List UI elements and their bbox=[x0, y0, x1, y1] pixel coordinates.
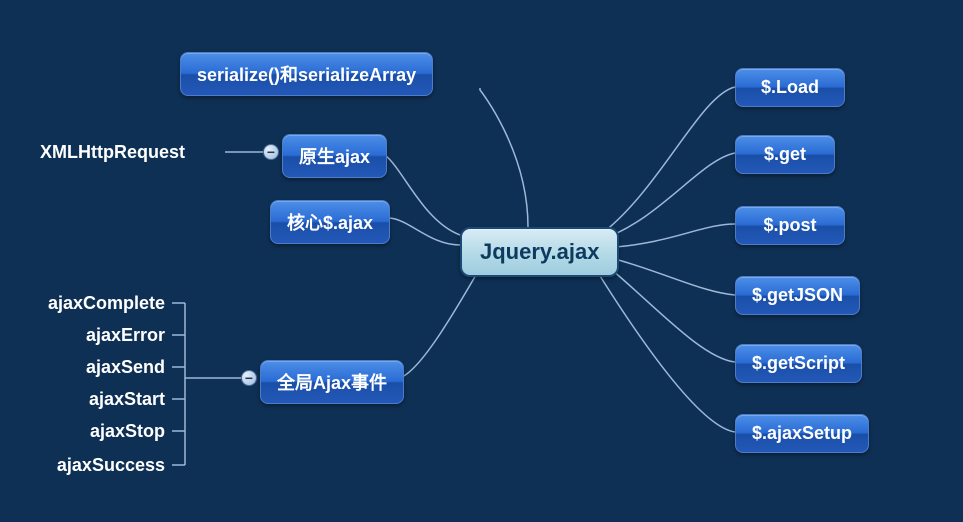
leaf-label: ajaxComplete bbox=[48, 293, 165, 313]
leaf-xmlhttprequest[interactable]: XMLHttpRequest bbox=[40, 142, 185, 163]
leaf-ajaxerror[interactable]: ajaxError bbox=[86, 325, 165, 346]
node-serialize-label: serialize()和serializeArray bbox=[197, 65, 416, 85]
node-native-ajax-label: 原生ajax bbox=[299, 147, 370, 167]
node-global-events[interactable]: 全局Ajax事件 bbox=[260, 360, 404, 404]
node-ajaxsetup-label: $.ajaxSetup bbox=[752, 423, 852, 443]
node-ajaxsetup[interactable]: $.ajaxSetup bbox=[735, 414, 869, 453]
node-getscript-label: $.getScript bbox=[752, 353, 845, 373]
leaf-xmlhttprequest-label: XMLHttpRequest bbox=[40, 142, 185, 162]
central-label: Jquery.ajax bbox=[480, 239, 599, 264]
node-global-events-label: 全局Ajax事件 bbox=[277, 373, 387, 393]
leaf-ajaxstart[interactable]: ajaxStart bbox=[89, 389, 165, 410]
central-node[interactable]: Jquery.ajax bbox=[460, 227, 619, 277]
leaf-label: ajaxSend bbox=[86, 357, 165, 377]
leaf-label: ajaxStart bbox=[89, 389, 165, 409]
collapse-icon[interactable]: − bbox=[263, 144, 279, 160]
leaf-ajaxsuccess[interactable]: ajaxSuccess bbox=[57, 455, 165, 476]
node-load[interactable]: $.Load bbox=[735, 68, 845, 107]
node-serialize[interactable]: serialize()和serializeArray bbox=[180, 52, 433, 96]
collapse-icon[interactable]: − bbox=[241, 370, 257, 386]
node-get[interactable]: $.get bbox=[735, 135, 835, 174]
leaf-ajaxcomplete[interactable]: ajaxComplete bbox=[48, 293, 165, 314]
leaf-label: ajaxError bbox=[86, 325, 165, 345]
leaf-ajaxsend[interactable]: ajaxSend bbox=[86, 357, 165, 378]
node-core-ajax[interactable]: 核心$.ajax bbox=[270, 200, 390, 244]
node-post[interactable]: $.post bbox=[735, 206, 845, 245]
node-post-label: $.post bbox=[763, 215, 816, 235]
node-getjson-label: $.getJSON bbox=[752, 285, 843, 305]
node-getscript[interactable]: $.getScript bbox=[735, 344, 862, 383]
leaf-ajaxstop[interactable]: ajaxStop bbox=[90, 421, 165, 442]
node-getjson[interactable]: $.getJSON bbox=[735, 276, 860, 315]
leaf-label: ajaxSuccess bbox=[57, 455, 165, 475]
node-get-label: $.get bbox=[764, 144, 806, 164]
leaf-label: ajaxStop bbox=[90, 421, 165, 441]
node-load-label: $.Load bbox=[761, 77, 819, 97]
node-native-ajax[interactable]: 原生ajax bbox=[282, 134, 387, 178]
node-core-ajax-label: 核心$.ajax bbox=[287, 213, 373, 233]
